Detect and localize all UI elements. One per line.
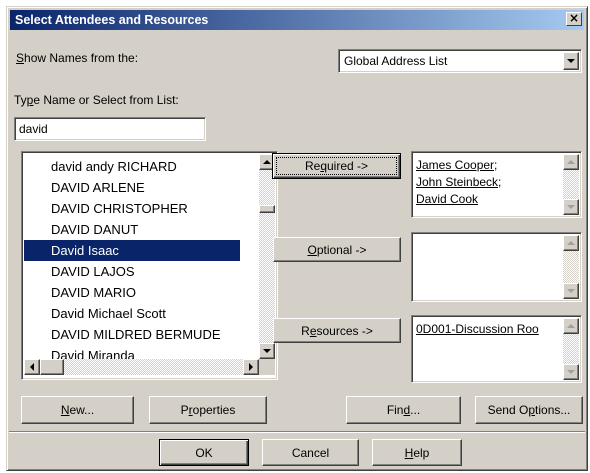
list-item[interactable]: DAVID MARIO: [24, 282, 240, 303]
required-scroll-up-button[interactable]: [563, 154, 579, 170]
properties-button[interactable]: Pr operties: [149, 396, 267, 424]
required-attendees-box[interactable]: James Cooper; John Steinbeck; David Cook: [411, 151, 582, 218]
optional-attendees-box[interactable]: [411, 232, 582, 302]
required-button[interactable]: Re q uired ->: [272, 153, 401, 179]
optional-button[interactable]: Optional ->: [273, 237, 401, 262]
dropdown-arrow-button[interactable]: [563, 52, 579, 70]
resources-box[interactable]: 0D001-Discussion Roo: [411, 315, 582, 383]
help-button[interactable]: Help: [372, 439, 462, 466]
select-attendees-dialog: Select Attendees and Resources × Show Na…: [6, 6, 588, 471]
scrollbar-corner: [259, 359, 275, 375]
arrow-down-icon: [567, 205, 575, 209]
address-book-value: Global Address List: [344, 54, 448, 68]
title-bar: Select Attendees and Resources ×: [10, 10, 584, 30]
arrow-down-icon: [567, 289, 575, 293]
required-recipient[interactable]: John Steinbeck;: [416, 175, 501, 189]
required-recipient[interactable]: James Cooper;: [416, 158, 497, 172]
dialog-title: Select Attendees and Resources: [15, 13, 209, 27]
list-item[interactable]: David Isaac: [24, 240, 240, 261]
list-item[interactable]: DAVID ARLENE: [24, 177, 240, 198]
resource-recipient[interactable]: 0D001-Discussion Roo: [416, 322, 561, 336]
list-item[interactable]: David Miranda: [24, 345, 240, 359]
send-options-button[interactable]: Send Op tions...: [475, 396, 583, 424]
optional-scroll-down-button[interactable]: [563, 283, 579, 299]
chevron-down-icon: [567, 59, 575, 63]
arrow-down-icon: [567, 370, 575, 374]
list-item[interactable]: DAVID CHRISTOPHER: [24, 198, 240, 219]
address-book-dropdown[interactable]: Global Address List: [338, 49, 582, 73]
bottom-divider: [9, 431, 585, 433]
arrow-up-icon: [567, 160, 575, 164]
list-item[interactable]: DAVID MILDRED BERMUDE: [24, 324, 240, 345]
list-item[interactable]: DAVID DANUT: [24, 219, 240, 240]
close-button[interactable]: ×: [566, 12, 582, 26]
arrow-up-icon: [567, 241, 575, 245]
arrow-left-icon: [30, 363, 34, 371]
cancel-button[interactable]: Cancel: [262, 439, 359, 466]
list-scroll-left-button[interactable]: [24, 359, 40, 375]
ok-button[interactable]: OK: [159, 439, 249, 466]
list-scroll-down-button[interactable]: [259, 343, 275, 359]
resources-scroll-up-button[interactable]: [563, 318, 579, 334]
resources-button[interactable]: Re sources ->: [273, 318, 401, 343]
type-name-label: Type Name or Select from List:: [14, 93, 179, 107]
name-list[interactable]: david andy RICHARD DAVID ARLENE DAVID CHRI…: [21, 151, 278, 380]
list-scroll-thumb[interactable]: [259, 205, 275, 213]
optional-scroll-up-button[interactable]: [563, 235, 579, 251]
arrow-up-icon: [567, 324, 575, 328]
show-names-label: Show Names from the:: [16, 51, 139, 65]
list-scroll-right-button[interactable]: [243, 359, 259, 375]
name-search-input[interactable]: [14, 117, 206, 141]
find-button[interactable]: Fin d...: [346, 396, 461, 424]
arrow-right-icon: [249, 363, 253, 371]
required-recipient[interactable]: David Cook: [416, 192, 478, 206]
arrow-up-icon: [263, 160, 271, 164]
resources-scroll-down-button[interactable]: [563, 364, 579, 380]
list-item[interactable]: David Michael Scott: [24, 303, 240, 324]
list-item[interactable]: david andy RICHARD: [24, 156, 240, 177]
list-item[interactable]: DAVID LAJOS: [24, 261, 240, 282]
arrow-down-icon: [263, 349, 271, 353]
list-hscroll-thumb[interactable]: [40, 359, 64, 375]
required-scroll-down-button[interactable]: [563, 199, 579, 215]
new-button[interactable]: New...: [21, 396, 134, 424]
